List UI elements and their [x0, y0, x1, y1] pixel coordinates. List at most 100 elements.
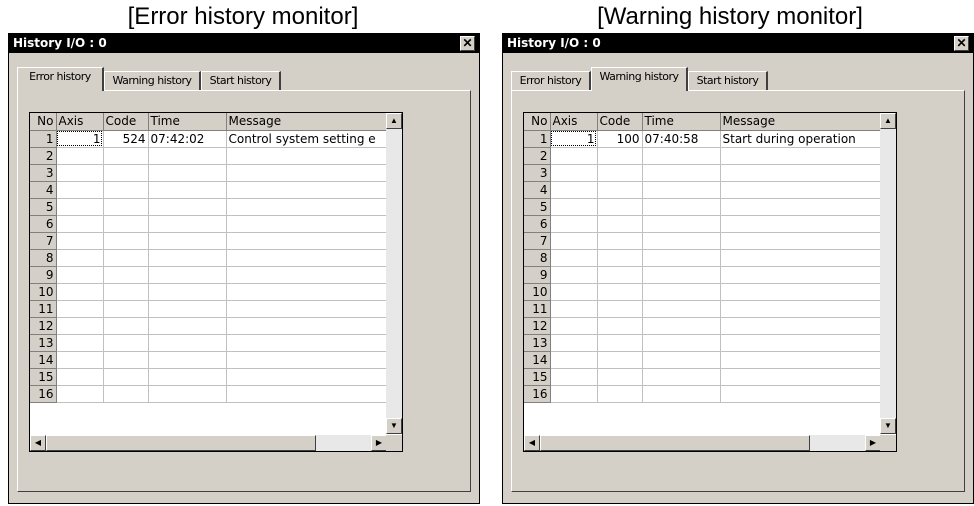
table-row[interactable]: 9 [524, 266, 883, 284]
cell-no[interactable]: 4 [30, 181, 57, 199]
column-header-time[interactable]: Time [148, 113, 227, 131]
scroll-right-icon[interactable]: ▶ [371, 435, 387, 451]
table-row[interactable]: 12 [30, 317, 389, 335]
cell-message[interactable] [720, 232, 883, 250]
column-header-message[interactable]: Message [226, 113, 389, 131]
cell-no[interactable]: 5 [30, 198, 57, 216]
cell-no[interactable]: 3 [524, 164, 551, 182]
horizontal-scrollbar[interactable]: ◀ ▶ [524, 435, 881, 451]
cell-message[interactable] [720, 164, 883, 182]
cell-no[interactable]: 12 [524, 317, 551, 335]
cell-time[interactable] [642, 249, 721, 267]
cell-time[interactable] [148, 300, 227, 318]
scroll-thumb[interactable] [46, 435, 316, 451]
tab-error-history[interactable]: Error history [17, 67, 104, 91]
cell-axis[interactable] [56, 164, 104, 182]
table-row[interactable]: 6 [30, 215, 389, 233]
table-row[interactable]: 13 [524, 334, 883, 352]
cell-message[interactable] [720, 215, 883, 233]
tab-start-history[interactable]: Start history [688, 71, 768, 90]
cell-time[interactable]: 07:42:02 [148, 130, 227, 148]
cell-axis[interactable] [550, 334, 598, 352]
table-row[interactable]: 6 [524, 215, 883, 233]
column-header-code[interactable]: Code [597, 113, 643, 131]
cell-no[interactable]: 10 [524, 283, 551, 301]
scroll-up-icon[interactable]: ▲ [386, 113, 402, 129]
cell-code[interactable] [597, 351, 643, 369]
table-row[interactable]: 7 [30, 232, 389, 250]
cell-code[interactable] [597, 283, 643, 301]
column-header-axis[interactable]: Axis [56, 113, 104, 131]
cell-time[interactable] [642, 147, 721, 165]
table-row[interactable]: 11 [30, 300, 389, 318]
cell-time[interactable] [148, 181, 227, 199]
cell-message[interactable] [720, 317, 883, 335]
cell-code[interactable] [103, 283, 149, 301]
cell-no[interactable]: 13 [30, 334, 57, 352]
cell-time[interactable] [642, 283, 721, 301]
table-row[interactable]: 3 [30, 164, 389, 182]
cell-axis[interactable] [56, 198, 104, 216]
cell-time[interactable] [148, 385, 227, 403]
table-row[interactable]: 2 [524, 147, 883, 165]
cell-axis[interactable] [550, 368, 598, 386]
cell-message[interactable] [720, 266, 883, 284]
scroll-thumb[interactable] [540, 435, 810, 451]
scroll-right-icon[interactable]: ▶ [865, 435, 881, 451]
column-header-no[interactable]: No [30, 113, 57, 131]
cell-time[interactable] [148, 368, 227, 386]
history-grid[interactable]: No Axis Code Time Message 1 1 524 07:42:02 Contro… [29, 112, 403, 452]
cell-axis[interactable] [550, 147, 598, 165]
table-row[interactable]: 15 [524, 368, 883, 386]
scroll-up-icon[interactable]: ▲ [880, 113, 896, 129]
cell-message[interactable] [720, 147, 883, 165]
cell-code[interactable] [103, 368, 149, 386]
table-row[interactable]: 1 1 100 07:40:58 Start during operation [524, 130, 883, 148]
cell-axis[interactable] [550, 283, 598, 301]
cell-axis[interactable] [550, 385, 598, 403]
cell-time[interactable] [148, 147, 227, 165]
cell-code[interactable] [597, 317, 643, 335]
column-header-code[interactable]: Code [103, 113, 149, 131]
cell-axis[interactable] [56, 368, 104, 386]
cell-axis[interactable] [550, 232, 598, 250]
cell-message[interactable] [226, 147, 389, 165]
cell-code[interactable] [103, 181, 149, 199]
cell-code[interactable] [597, 181, 643, 199]
cell-code[interactable] [103, 232, 149, 250]
cell-message[interactable] [226, 215, 389, 233]
cell-no[interactable]: 15 [524, 368, 551, 386]
cell-time[interactable] [148, 232, 227, 250]
cell-time[interactable] [148, 164, 227, 182]
cell-code[interactable] [103, 351, 149, 369]
cell-axis[interactable] [550, 317, 598, 335]
cell-axis[interactable] [56, 283, 104, 301]
cell-no[interactable]: 7 [30, 232, 57, 250]
scroll-down-icon[interactable]: ▼ [386, 418, 402, 434]
history-grid[interactable]: No Axis Code Time Message 1 1 100 07:40:58 Start … [523, 112, 897, 452]
cell-no[interactable]: 1 [524, 130, 551, 148]
cell-no[interactable]: 4 [524, 181, 551, 199]
cell-time[interactable] [642, 164, 721, 182]
scroll-left-icon[interactable]: ◀ [524, 435, 540, 451]
cell-no[interactable]: 9 [524, 266, 551, 284]
horizontal-scrollbar[interactable]: ◀ ▶ [30, 435, 387, 451]
cell-no[interactable]: 2 [524, 147, 551, 165]
cell-no[interactable]: 15 [30, 368, 57, 386]
close-button[interactable]: ✕ [954, 36, 969, 51]
cell-code[interactable] [597, 249, 643, 267]
cell-axis[interactable] [56, 300, 104, 318]
cell-no[interactable]: 6 [524, 215, 551, 233]
table-row[interactable]: 15 [30, 368, 389, 386]
cell-time[interactable] [642, 351, 721, 369]
cell-message[interactable] [720, 181, 883, 199]
cell-code[interactable] [597, 385, 643, 403]
cell-message[interactable] [226, 300, 389, 318]
cell-message[interactable]: Control system setting e [226, 130, 389, 148]
cell-code[interactable] [597, 368, 643, 386]
cell-code[interactable] [103, 300, 149, 318]
cell-message[interactable] [720, 198, 883, 216]
cell-axis[interactable] [550, 181, 598, 199]
cell-code[interactable] [597, 147, 643, 165]
cell-code[interactable] [103, 147, 149, 165]
